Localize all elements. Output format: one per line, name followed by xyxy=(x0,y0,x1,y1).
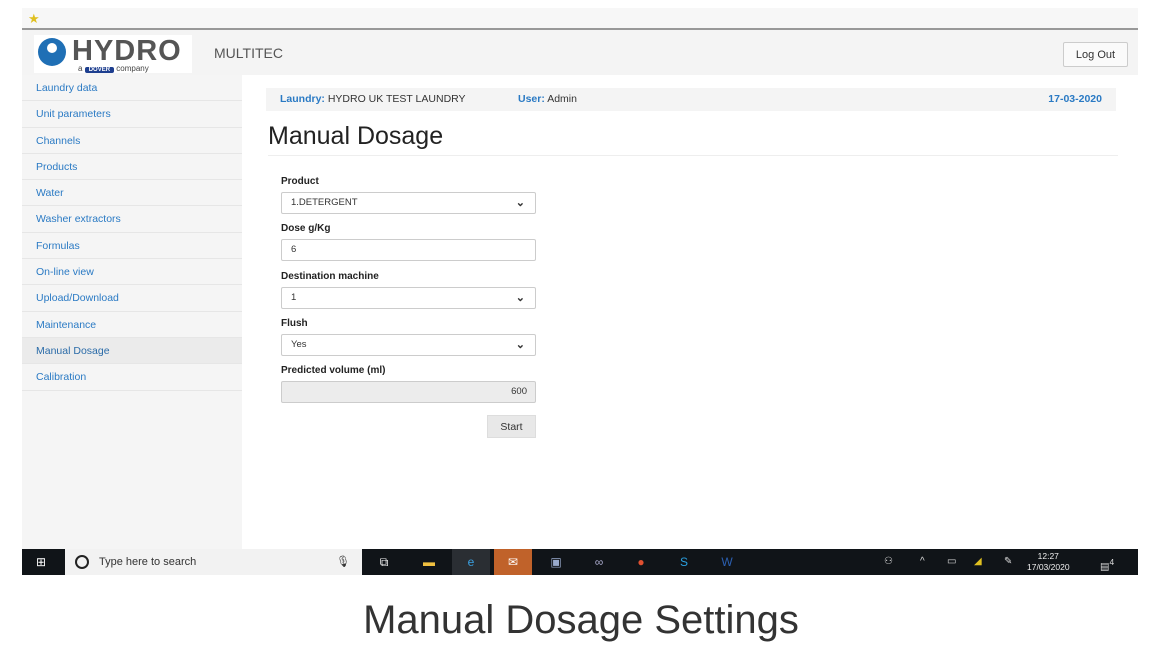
hydro-drop-icon xyxy=(38,38,66,66)
sidebar-item-maintenance[interactable]: Maintenance xyxy=(22,312,242,338)
powerpoint-icon[interactable]: ● xyxy=(622,549,660,575)
laundry-label: Laundry: xyxy=(280,93,325,105)
app-header: HYDRO a DOVER company MULTITEC Log Out xyxy=(22,30,1138,75)
start-button[interactable]: Start xyxy=(487,415,536,438)
screenshot: ★ HYDRO a DOVER company MULTITEC Log Out… xyxy=(22,8,1138,575)
taskbar-search[interactable]: Type here to search 🎙 xyxy=(65,549,362,575)
network-icon[interactable]: ◢ xyxy=(974,549,982,575)
sidebar-item-laundry-data[interactable]: Laundry data xyxy=(22,75,242,102)
skype-icon[interactable]: S xyxy=(665,549,703,575)
predicted-volume-field: 600 xyxy=(281,381,536,403)
notifications-icon[interactable]: ▤4 xyxy=(1100,549,1114,575)
microphone-icon[interactable]: 🎙 xyxy=(336,549,350,575)
windows-start-icon[interactable]: ⊞ xyxy=(36,555,46,569)
people-icon[interactable]: ⚇ xyxy=(884,549,893,575)
chevron-down-icon: ⌄ xyxy=(515,339,525,351)
product-label: Product xyxy=(281,176,319,187)
laundry-value: HYDRO UK TEST LAUNDRY xyxy=(327,93,466,105)
sidebar-item-manual-dosage[interactable]: Manual Dosage xyxy=(22,337,242,365)
chevron-down-icon: ⌄ xyxy=(515,292,525,304)
app-title: MULTITEC xyxy=(214,45,283,61)
battery-icon[interactable]: ▭ xyxy=(947,549,956,575)
sidebar-item-calibration[interactable]: Calibration xyxy=(22,364,242,391)
hydro-logo: HYDRO a DOVER company xyxy=(34,35,192,73)
outlook-icon[interactable]: ✉ xyxy=(494,549,532,575)
sidebar-item-unit-parameters[interactable]: Unit parameters xyxy=(22,101,242,128)
destination-select[interactable]: 1 ⌄ xyxy=(281,287,536,309)
pen-icon[interactable]: ✎ xyxy=(1004,549,1012,575)
user-value: Admin xyxy=(547,93,577,105)
sidebar-item-formulas[interactable]: Formulas xyxy=(22,233,242,260)
flush-label: Flush xyxy=(281,318,308,329)
file-explorer-icon[interactable]: ▬ xyxy=(410,549,448,575)
favorites-star-icon[interactable]: ★ xyxy=(28,11,40,27)
page-title: Manual Dosage xyxy=(268,122,444,150)
word-icon[interactable]: W xyxy=(708,549,746,575)
predicted-volume-label: Predicted volume (ml) xyxy=(281,365,386,376)
sidebar-item-water[interactable]: Water xyxy=(22,180,242,207)
caption: Manual Dosage Settings xyxy=(363,598,799,642)
chevron-up-icon[interactable]: ^ xyxy=(920,549,925,575)
browser-bar: ★ xyxy=(22,8,1138,30)
current-date: 17-03-2020 xyxy=(1048,93,1102,105)
flush-select[interactable]: Yes ⌄ xyxy=(281,334,536,356)
cortana-icon xyxy=(75,555,89,569)
logout-button[interactable]: Log Out xyxy=(1063,42,1128,67)
brand-sub: a DOVER company xyxy=(78,64,149,73)
product-select[interactable]: 1.DETERGENT ⌄ xyxy=(281,192,536,214)
user-label: User: xyxy=(518,93,545,105)
sidebar-item-channels[interactable]: Channels xyxy=(22,128,242,154)
divider xyxy=(268,155,1118,156)
sidebar-item-washer-extractors[interactable]: Washer extractors xyxy=(22,206,242,233)
internet-explorer-icon[interactable]: e xyxy=(452,549,490,575)
task-view-icon[interactable]: ⧉ xyxy=(365,549,403,575)
sidebar-item-products[interactable]: Products xyxy=(22,154,242,181)
taskbar: ⊞ Type here to search 🎙 ⧉ ▬ e ✉ ▣ ∞ ● S W… xyxy=(22,549,1138,575)
sidebar-item-upload-download[interactable]: Upload/Download xyxy=(22,285,242,312)
info-bar: Laundry: HYDRO UK TEST LAUNDRY User: Adm… xyxy=(266,88,1116,111)
destination-label: Destination machine xyxy=(281,271,379,282)
main-content: Laundry: HYDRO UK TEST LAUNDRY User: Adm… xyxy=(242,75,1138,549)
sidebar: Laundry data Unit parameters Channels Pr… xyxy=(22,75,242,549)
taskbar-clock[interactable]: 12:27 17/03/2020 xyxy=(1027,551,1070,573)
dose-label: Dose g/Kg xyxy=(281,223,331,234)
app-icon[interactable]: ▣ xyxy=(537,549,575,575)
sidebar-item-online-view[interactable]: On-line view xyxy=(22,259,242,286)
dose-input[interactable]: 6 xyxy=(281,239,536,261)
chevron-down-icon: ⌄ xyxy=(515,197,525,209)
infinity-app-icon[interactable]: ∞ xyxy=(580,549,618,575)
